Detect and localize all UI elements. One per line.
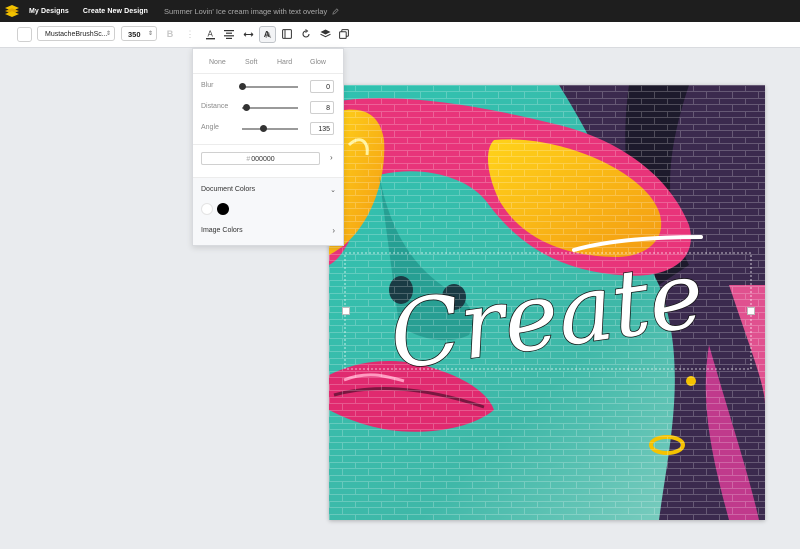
letter-spacing-icon[interactable] (241, 27, 255, 41)
chevron-down-icon[interactable]: ⌄ (330, 186, 336, 194)
top-bar: My Designs Create New Design Summer Lovi… (0, 0, 800, 22)
shadow-hex-input[interactable]: #000000 (201, 152, 320, 165)
distance-slider-knob[interactable] (242, 104, 250, 111)
design-canvas[interactable]: Create (329, 85, 765, 520)
text-toolbar: MustacheBrushSc... ⇕ 350 ⇕ B ⋮ A AA (0, 22, 800, 48)
select-arrows-icon: ⇕ (147, 31, 153, 37)
text-background-icon[interactable] (280, 27, 294, 41)
preset-soft[interactable]: Soft (245, 59, 257, 66)
resize-handle-right[interactable] (747, 307, 755, 315)
blur-slider[interactable] (238, 83, 298, 90)
text-color-swatch[interactable] (17, 27, 32, 42)
angle-slider-row: Angle 135 (193, 122, 343, 136)
chevron-right-icon[interactable]: › (332, 226, 335, 235)
nav-my-designs[interactable]: My Designs (29, 8, 69, 15)
distance-slider-row: Distance 8 (193, 101, 343, 115)
preset-hard[interactable]: Hard (277, 59, 292, 66)
duplicate-icon[interactable] (337, 27, 351, 41)
angle-label: Angle (201, 124, 219, 131)
svg-text:A: A (264, 29, 270, 39)
blur-slider-knob[interactable] (238, 83, 246, 90)
distance-label: Distance (201, 103, 229, 110)
angle-slider-knob[interactable] (259, 125, 267, 132)
font-size-select[interactable]: 350 ⇕ (121, 26, 157, 41)
rotate-icon[interactable] (299, 27, 313, 41)
more-options-icon[interactable]: ⋮ (183, 27, 197, 41)
font-size-value: 350 (128, 30, 141, 39)
text-color-icon[interactable]: A (203, 27, 217, 41)
app-logo-icon[interactable] (4, 4, 20, 18)
shadow-presets: None Soft Hard Glow (193, 59, 343, 69)
document-title[interactable]: Summer Lovin' Ice cream image with text … (164, 7, 327, 16)
resize-handle-left[interactable] (342, 307, 350, 315)
font-family-value: MustacheBrushSc... (45, 31, 108, 38)
divider (193, 73, 343, 74)
hex-value: 000000 (251, 156, 275, 163)
document-color-black[interactable] (217, 203, 229, 215)
bold-icon[interactable]: B (163, 27, 177, 41)
text-shadow-icon[interactable]: AA (259, 26, 276, 43)
preset-glow[interactable]: Glow (310, 59, 326, 66)
layers-icon[interactable] (318, 27, 332, 41)
document-color-white[interactable] (201, 203, 213, 215)
distance-value-input[interactable]: 8 (310, 101, 334, 114)
font-family-select[interactable]: MustacheBrushSc... ⇕ (37, 26, 115, 41)
document-colors-label[interactable]: Document Colors (201, 186, 255, 193)
svg-text:A: A (207, 29, 213, 38)
color-sections: Document Colors ⌄ Image Colors › (193, 178, 343, 245)
angle-value-input[interactable]: 135 (310, 122, 334, 135)
chevron-right-icon[interactable]: › (330, 153, 333, 162)
text-shadow-panel: None Soft Hard Glow Blur 0 Distance 8 An… (192, 48, 344, 246)
image-colors-label[interactable]: Image Colors (201, 227, 243, 234)
nav-create-new-design[interactable]: Create New Design (83, 8, 148, 15)
blur-value-input[interactable]: 0 (310, 80, 334, 93)
angle-slider[interactable] (242, 125, 298, 132)
preset-none[interactable]: None (209, 59, 226, 66)
distance-slider[interactable] (242, 104, 298, 111)
select-arrows-icon: ⇕ (105, 31, 111, 37)
divider (193, 144, 343, 145)
blur-label: Blur (201, 82, 214, 89)
align-center-icon[interactable] (222, 27, 236, 41)
blur-slider-row: Blur 0 (193, 80, 343, 94)
graffiti-image: Create (329, 85, 765, 520)
edit-title-pencil-icon[interactable] (332, 7, 339, 15)
hex-hash: # (246, 156, 251, 163)
